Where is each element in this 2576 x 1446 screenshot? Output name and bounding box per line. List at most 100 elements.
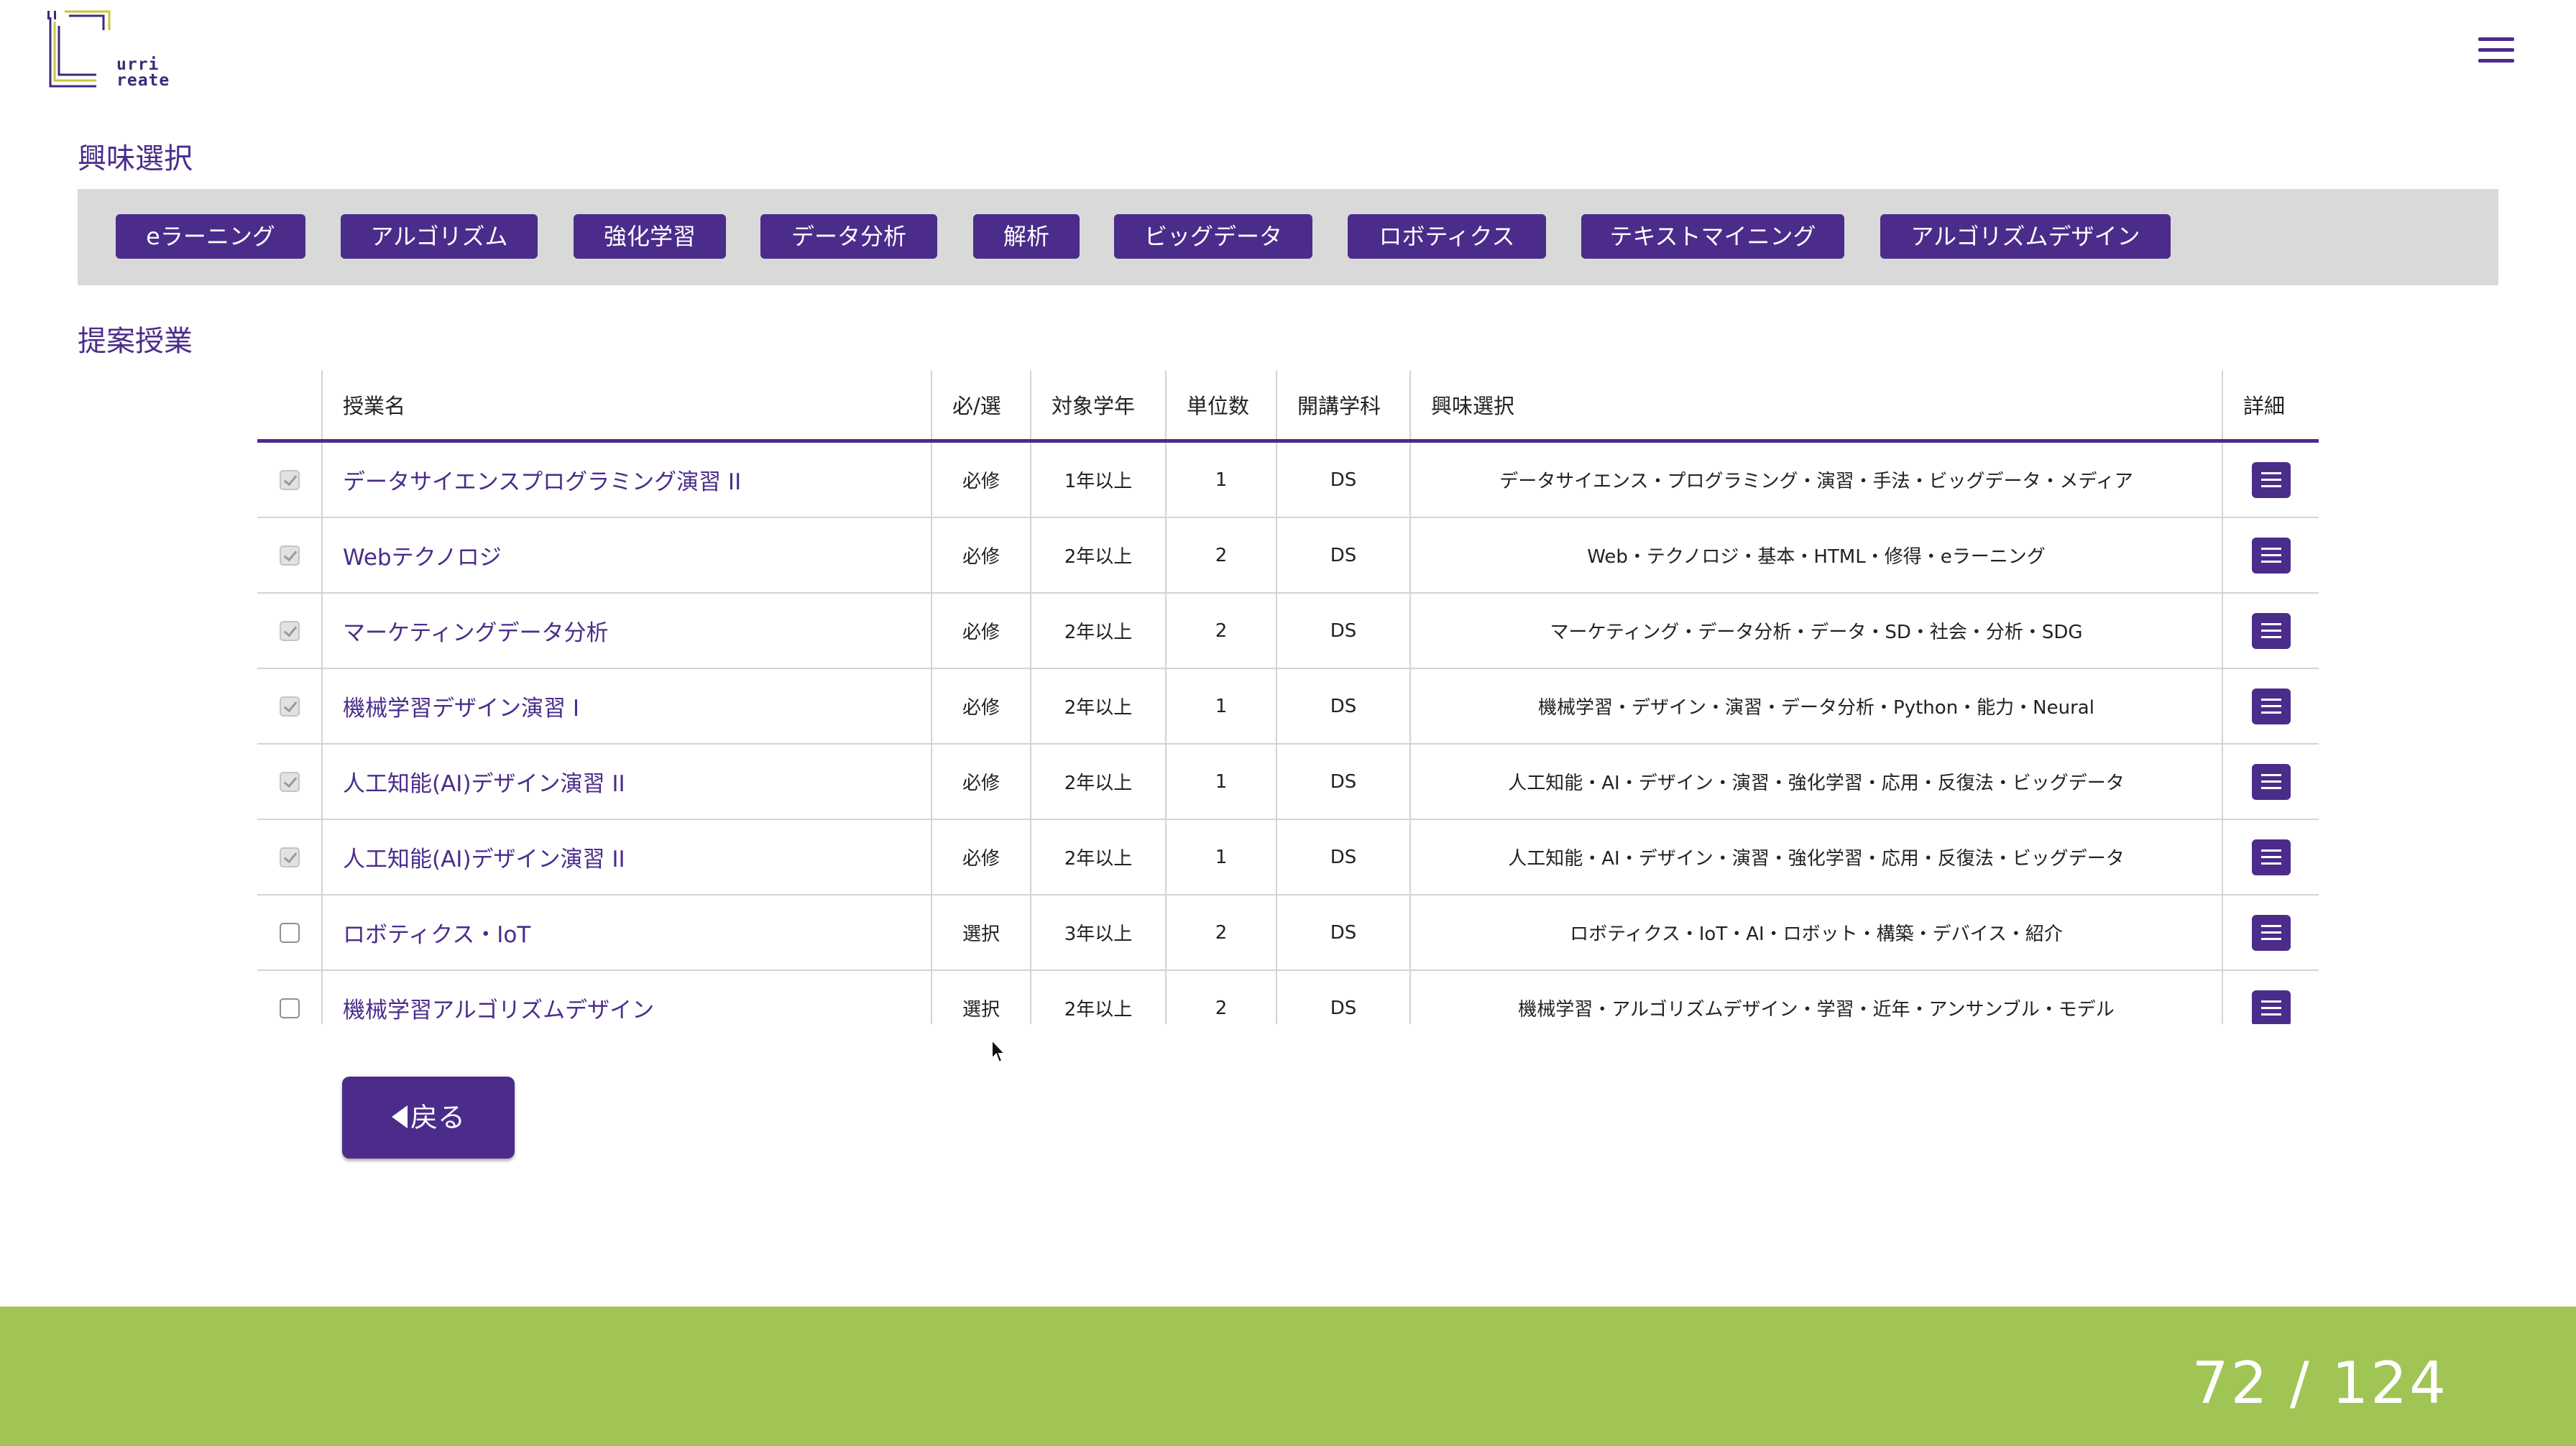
department-cell: DS: [1276, 517, 1410, 594]
credits-cell: 1: [1165, 668, 1276, 745]
credits-cell: 1: [1165, 744, 1276, 820]
header-interest: 興味選択: [1409, 370, 2222, 443]
target-year-cell: 2年以上: [1030, 970, 1166, 1024]
app-logo[interactable]: urri reate: [47, 9, 177, 91]
header-department: 開講学科: [1276, 370, 1410, 443]
department-cell: DS: [1276, 744, 1410, 820]
interest-chip-big-data[interactable]: ビッグデータ: [1114, 214, 1312, 259]
course-name-link[interactable]: ロボティクス・IoT: [321, 895, 932, 971]
logo-text-line2: reate: [116, 71, 170, 90]
detail-menu-icon[interactable]: [2251, 763, 2291, 800]
department-cell: DS: [1276, 441, 1410, 518]
interest-chip-data-analysis[interactable]: データ分析: [760, 214, 937, 259]
target-year-cell: 2年以上: [1030, 517, 1166, 594]
row-checkbox[interactable]: [279, 696, 300, 717]
interest-tags-cell: 人工知能・AI・デザイン・演習・強化学習・応用・反復法・ビッグデータ: [1409, 819, 2222, 895]
target-year-cell: 2年以上: [1030, 819, 1166, 895]
detail-menu-icon[interactable]: [2251, 839, 2291, 875]
interest-section-title: 興味選択: [78, 142, 193, 175]
table-row: 人工知能(AI)デザイン演習 II 必修 2年以上 1 DS 人工知能・AI・デ…: [257, 819, 2319, 895]
requirement-cell: 必修: [931, 517, 1031, 594]
department-cell: DS: [1276, 593, 1410, 669]
row-checkbox[interactable]: [279, 545, 300, 566]
back-button-label: 戻る: [410, 1102, 465, 1133]
requirement-cell: 必修: [931, 668, 1031, 745]
table-row: マーケティングデータ分析 必修 2年以上 2 DS マーケティング・データ分析・…: [257, 593, 2319, 669]
target-year-cell: 2年以上: [1030, 593, 1166, 669]
detail-menu-icon[interactable]: [2251, 914, 2291, 951]
table-row: データサイエンスプログラミング演習 II 必修 1年以上 1 DS データサイエ…: [257, 441, 2319, 518]
row-checkbox[interactable]: [279, 923, 300, 943]
table-row: 機械学習デザイン演習 I 必修 2年以上 1 DS 機械学習・デザイン・演習・デ…: [257, 668, 2319, 745]
credits-cell: 1: [1165, 441, 1276, 518]
department-cell: DS: [1276, 668, 1410, 745]
detail-menu-icon[interactable]: [2251, 612, 2291, 649]
page-indicator: 72 / 124: [2191, 1350, 2448, 1417]
interest-chip-algorithm-design[interactable]: アルゴリズムデザイン: [1880, 214, 2171, 259]
detail-menu-icon[interactable]: [2251, 990, 2291, 1024]
course-name-link[interactable]: 機械学習アルゴリズムデザイン: [321, 970, 932, 1024]
department-cell: DS: [1276, 970, 1410, 1024]
hamburger-menu-icon[interactable]: [2478, 37, 2514, 66]
header-target-year: 対象学年: [1030, 370, 1166, 443]
requirement-cell: 選択: [931, 895, 1031, 971]
requirement-cell: 必修: [931, 819, 1031, 895]
interest-tags-cell: ロボティクス・IoT・AI・ロボット・構築・デバイス・紹介: [1409, 895, 2222, 971]
row-checkbox[interactable]: [279, 621, 300, 641]
table-header-row: 授業名 必/選 対象学年 単位数 開講学科 興味選択 詳細: [257, 370, 2319, 443]
table-row: 人工知能(AI)デザイン演習 II 必修 2年以上 1 DS 人工知能・AI・デ…: [257, 744, 2319, 820]
table-row: Webテクノロジ 必修 2年以上 2 DS Web・テクノロジ・基本・HTML・…: [257, 517, 2319, 594]
mouse-cursor-icon: [991, 1039, 1007, 1064]
table-row: 機械学習アルゴリズムデザイン 選択 2年以上 2 DS 機械学習・アルゴリズムデ…: [257, 970, 2319, 1024]
detail-menu-icon[interactable]: [2251, 461, 2291, 498]
detail-menu-icon[interactable]: [2251, 537, 2291, 574]
interest-tags-cell: 機械学習・アルゴリズムデザイン・学習・近年・アンサンブル・モデル: [1409, 970, 2222, 1024]
credits-cell: 2: [1165, 593, 1276, 669]
header-select: [257, 370, 322, 443]
header-detail: 詳細: [2222, 370, 2319, 443]
row-checkbox[interactable]: [279, 847, 300, 867]
requirement-cell: 必修: [931, 441, 1031, 518]
interest-chip-algorithm[interactable]: アルゴリズム: [341, 214, 538, 259]
credits-cell: 1: [1165, 819, 1276, 895]
credits-cell: 2: [1165, 517, 1276, 594]
header-credits: 単位数: [1165, 370, 1276, 443]
row-checkbox[interactable]: [279, 470, 300, 490]
credits-cell: 2: [1165, 895, 1276, 971]
interest-chip-text-mining[interactable]: テキストマイニング: [1581, 214, 1844, 259]
course-name-link[interactable]: 人工知能(AI)デザイン演習 II: [321, 819, 932, 895]
interest-tags-cell: Web・テクノロジ・基本・HTML・修得・eラーニング: [1409, 517, 2222, 594]
detail-menu-icon[interactable]: [2251, 688, 2291, 724]
header-requirement: 必/選: [931, 370, 1031, 443]
row-checkbox[interactable]: [279, 998, 300, 1018]
course-name-link[interactable]: Webテクノロジ: [321, 517, 932, 594]
target-year-cell: 2年以上: [1030, 668, 1166, 745]
interest-chip-analysis[interactable]: 解析: [973, 214, 1080, 259]
target-year-cell: 3年以上: [1030, 895, 1166, 971]
target-year-cell: 2年以上: [1030, 744, 1166, 820]
course-name-link[interactable]: 人工知能(AI)デザイン演習 II: [321, 744, 932, 820]
requirement-cell: 必修: [931, 744, 1031, 820]
target-year-cell: 1年以上: [1030, 441, 1166, 518]
interest-chip-reinforcement-learning[interactable]: 強化学習: [574, 214, 726, 259]
course-name-link[interactable]: データサイエンスプログラミング演習 II: [321, 441, 932, 518]
row-checkbox[interactable]: [279, 772, 300, 792]
course-name-link[interactable]: 機械学習デザイン演習 I: [321, 668, 932, 745]
interest-chip-bar: eラーニング アルゴリズム 強化学習 データ分析 解析 ビッグデータ ロボティク…: [78, 189, 2498, 285]
requirement-cell: 必修: [931, 593, 1031, 669]
interest-tags-cell: マーケティング・データ分析・データ・SD・社会・分析・SDG: [1409, 593, 2222, 669]
requirement-cell: 選択: [931, 970, 1031, 1024]
interest-chip-robotics[interactable]: ロボティクス: [1348, 214, 1546, 259]
interest-tags-cell: データサイエンス・プログラミング・演習・手法・ビッグデータ・メディア: [1409, 441, 2222, 518]
back-button[interactable]: 戻る: [342, 1077, 515, 1159]
course-name-link[interactable]: マーケティングデータ分析: [321, 593, 932, 669]
courses-section-title: 提案授業: [78, 325, 193, 358]
interest-chip-elearning[interactable]: eラーニング: [116, 214, 305, 259]
department-cell: DS: [1276, 819, 1410, 895]
interest-tags-cell: 機械学習・デザイン・演習・データ分析・Python・能力・Neural: [1409, 668, 2222, 745]
header-course-name: 授業名: [321, 370, 932, 443]
interest-tags-cell: 人工知能・AI・デザイン・演習・強化学習・応用・反復法・ビッグデータ: [1409, 744, 2222, 820]
course-table: 授業名 必/選 対象学年 単位数 開講学科 興味選択 詳細 データサイエンスプロ…: [257, 370, 2319, 1024]
credits-cell: 2: [1165, 970, 1276, 1024]
table-row: ロボティクス・IoT 選択 3年以上 2 DS ロボティクス・IoT・AI・ロボ…: [257, 895, 2319, 971]
